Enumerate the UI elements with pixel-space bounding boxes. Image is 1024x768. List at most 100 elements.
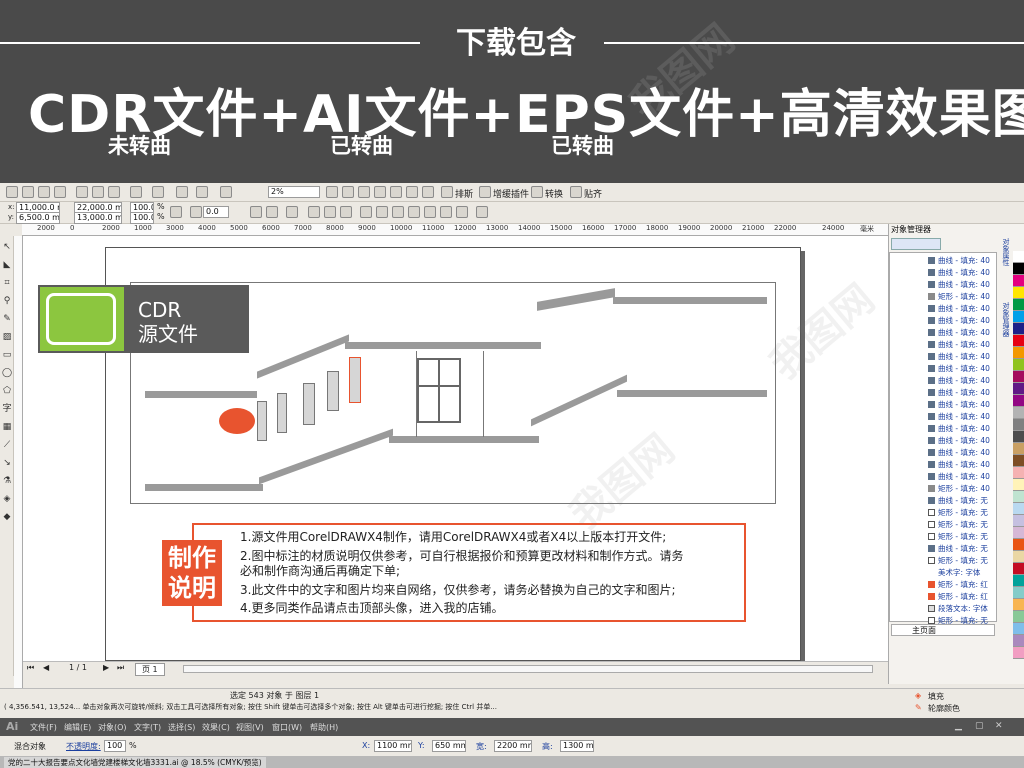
ai-menu-file[interactable]: 文件(F)	[30, 722, 57, 733]
color-swatch[interactable]	[1013, 611, 1024, 623]
object-row[interactable]: 曲线 - 填充: 40	[890, 315, 998, 326]
zoom-select[interactable]: 2%	[268, 186, 320, 198]
object-row[interactable]: 曲线 - 填充: 40	[890, 363, 998, 374]
color-swatch[interactable]	[1013, 251, 1024, 263]
color-swatch[interactable]	[1013, 311, 1024, 323]
zoom-tool-icon[interactable]: ⚲	[2, 296, 12, 306]
object-row[interactable]: 曲线 - 填充: 40	[890, 471, 998, 482]
fill-tool-icon[interactable]: ◆	[2, 512, 12, 522]
production-notes[interactable]: 1.源文件用CorelDRAWX4制作，请用CorelDRAWX4或者X4以上版…	[192, 523, 746, 622]
front-minus-back-icon[interactable]	[424, 206, 436, 218]
eyedropper-tool-icon[interactable]: ⚗	[2, 476, 12, 486]
boundary-icon[interactable]	[456, 206, 468, 218]
object-row[interactable]: 矩形 - 填充: 红	[890, 591, 998, 602]
color-swatch[interactable]	[1013, 419, 1024, 431]
color-swatch[interactable]	[1013, 263, 1024, 275]
align-icon[interactable]	[476, 206, 488, 218]
opacity-field[interactable]: 100	[104, 740, 126, 752]
horizontal-scrollbar[interactable]	[183, 665, 873, 673]
copy-icon[interactable]	[92, 186, 104, 198]
outline-swatch-icon[interactable]: ✎	[915, 703, 922, 712]
app-launcher-icon[interactable]	[220, 186, 232, 198]
color-swatch[interactable]	[1013, 635, 1024, 647]
zoom-selected-icon[interactable]	[358, 186, 370, 198]
sort-icon[interactable]	[441, 186, 453, 198]
color-swatch[interactable]	[1013, 431, 1024, 443]
toolbar-label-snap[interactable]: 贴齐	[584, 187, 602, 200]
first-page-icon[interactable]: ⏮	[27, 663, 34, 673]
ellipse-tool-icon[interactable]: ◯	[2, 368, 12, 378]
mirror-h-icon[interactable]	[250, 206, 262, 218]
object-row[interactable]: 段落文本: 字体	[890, 603, 998, 614]
color-swatch[interactable]	[1013, 623, 1024, 635]
color-swatch[interactable]	[1013, 599, 1024, 611]
color-swatch[interactable]	[1013, 407, 1024, 419]
lock-ratio-icon[interactable]	[170, 206, 182, 218]
redo-icon[interactable]	[152, 186, 164, 198]
dimension-tool-icon[interactable]: ⟋	[2, 440, 12, 450]
object-tree[interactable]: 曲线 - 填充: 40 曲线 - 填充: 40 曲线 - 填充: 40 矩形 -…	[889, 252, 998, 625]
object-row[interactable]: 曲线 - 填充: 40	[890, 255, 998, 266]
toolbar-label-plugin[interactable]: 增缓插件	[493, 187, 529, 200]
object-row[interactable]: 曲线 - 填充: 40	[890, 459, 998, 470]
connector-tool-icon[interactable]: ↘	[2, 458, 12, 468]
color-swatch[interactable]	[1013, 335, 1024, 347]
color-swatch[interactable]	[1013, 491, 1024, 503]
ai-menu-help[interactable]: 帮助(H)	[310, 722, 338, 733]
y-position-field[interactable]: 6,500.0 mm	[16, 212, 60, 224]
trim-icon[interactable]	[376, 206, 388, 218]
new-icon[interactable]	[6, 186, 18, 198]
color-palette[interactable]	[1013, 251, 1024, 663]
save-icon[interactable]	[38, 186, 50, 198]
ai-menu-type[interactable]: 文字(T)	[134, 722, 161, 733]
last-page-icon[interactable]: ⏭	[117, 663, 124, 673]
ai-x-field[interactable]: 1100 mm	[374, 740, 412, 752]
toolbar-label-sort[interactable]: 排斯	[455, 187, 473, 200]
object-row[interactable]: 曲线 - 填充: 无	[890, 543, 998, 554]
rotation-icon[interactable]	[190, 206, 202, 218]
text-tool-icon[interactable]: 字	[2, 404, 12, 414]
group-icon[interactable]	[286, 206, 298, 218]
paste-icon[interactable]	[108, 186, 120, 198]
color-swatch[interactable]	[1013, 527, 1024, 539]
ai-menu-edit[interactable]: 编辑(E)	[64, 722, 91, 733]
open-icon[interactable]	[22, 186, 34, 198]
print-icon[interactable]	[54, 186, 66, 198]
intersect-icon[interactable]	[392, 206, 404, 218]
cut-icon[interactable]	[76, 186, 88, 198]
master-page-node[interactable]: 主页面	[891, 624, 995, 636]
ai-h-field[interactable]: 1300 mm	[560, 740, 594, 752]
vertical-ruler[interactable]	[14, 236, 23, 736]
object-row[interactable]: 曲线 - 填充: 40	[890, 327, 998, 338]
object-row[interactable]: 曲线 - 填充: 40	[890, 339, 998, 350]
mirror-v-icon[interactable]	[266, 206, 278, 218]
color-swatch[interactable]	[1013, 503, 1024, 515]
color-swatch[interactable]	[1013, 347, 1024, 359]
color-swatch[interactable]	[1013, 479, 1024, 491]
object-row[interactable]: 曲线 - 填充: 40	[890, 411, 998, 422]
object-row[interactable]: 矩形 - 填充: 40	[890, 483, 998, 494]
horizontal-ruler[interactable]: 2000 0 2000 1000 3000 4000 5000 6000 700…	[22, 224, 888, 236]
prev-page-icon[interactable]: ◀	[43, 663, 49, 672]
plugin-icon[interactable]	[479, 186, 491, 198]
docker-tab-properties[interactable]: 对象属性	[999, 238, 1011, 298]
object-row[interactable]: 曲线 - 填充: 40	[890, 435, 998, 446]
object-row[interactable]: 曲线 - 填充: 40	[890, 399, 998, 410]
object-row[interactable]: 曲线 - 填充: 40	[890, 303, 998, 314]
freehand-tool-icon[interactable]: ✎	[2, 314, 12, 324]
weld-icon[interactable]	[360, 206, 372, 218]
object-row[interactable]: 曲线 - 填充: 40	[890, 387, 998, 398]
simplify-icon[interactable]	[408, 206, 420, 218]
export-icon[interactable]	[196, 186, 208, 198]
color-swatch[interactable]	[1013, 443, 1024, 455]
docker-tab-object-manager[interactable]: 对象管理器	[999, 302, 1011, 372]
rectangle-tool-icon[interactable]: ▭	[2, 350, 12, 360]
color-swatch[interactable]	[1013, 515, 1024, 527]
ai-document-tab[interactable]: 党的二十大报告要点文化墙党建楼梯文化墙3331.ai @ 18.5% (CMYK…	[4, 757, 266, 768]
pick-tool-icon[interactable]: ↖	[2, 242, 12, 252]
next-page-icon[interactable]: ▶	[103, 663, 109, 672]
fill-swatch-icon[interactable]: ◈	[915, 691, 921, 700]
minimize-icon[interactable]: ▁	[955, 721, 962, 731]
object-row[interactable]: 曲线 - 填充: 40	[890, 447, 998, 458]
zoom-width-icon[interactable]	[406, 186, 418, 198]
